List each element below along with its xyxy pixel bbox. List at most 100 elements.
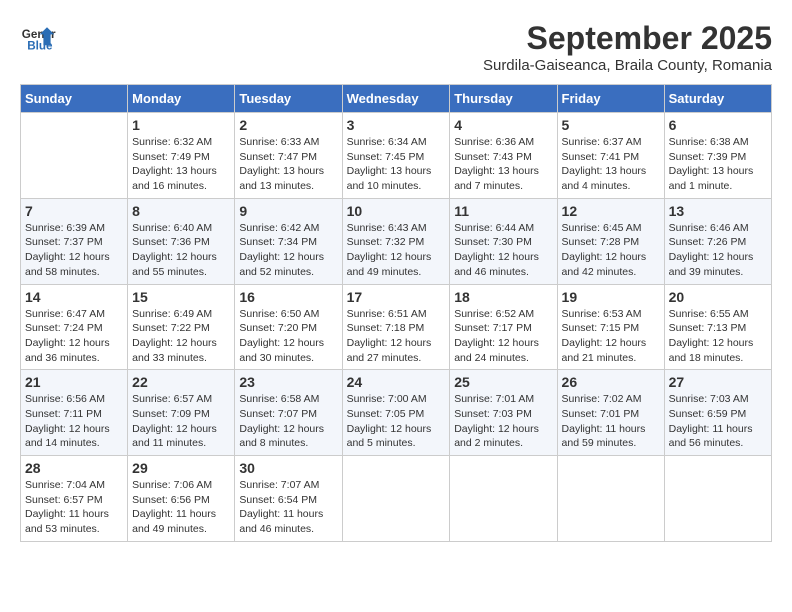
- title-block: September 2025 Surdila-Gaiseanca, Braila…: [483, 20, 772, 74]
- calendar-cell: [664, 456, 771, 542]
- calendar-cell: 21 Sunrise: 6:56 AMSunset: 7:11 PMDayligh…: [21, 370, 128, 456]
- calendar-cell: 30 Sunrise: 7:07 AMSunset: 6:54 PMDayligh…: [235, 456, 342, 542]
- cell-content: Sunrise: 6:57 AMSunset: 7:09 PMDaylight:…: [132, 392, 230, 451]
- calendar-cell: 8Sunrise: 6:40 AMSunset: 7:36 PMDaylight…: [128, 198, 235, 284]
- day-header-wednesday: Wednesday: [342, 85, 450, 113]
- day-number: 3: [347, 117, 446, 133]
- calendar-cell: 12 Sunrise: 6:45 AMSunset: 7:28 PMDayligh…: [557, 198, 664, 284]
- calendar-week-row: 7 Sunrise: 6:39 AMSunset: 7:37 PMDaylight…: [21, 198, 772, 284]
- day-number: 16: [239, 289, 337, 305]
- cell-content: Sunrise: 6:37 AMSunset: 7:41 PMDaylight:…: [562, 135, 660, 194]
- cell-content: Sunrise: 6:42 AMSunset: 7:34 PMDaylight:…: [239, 221, 337, 280]
- cell-content: Sunrise: 7:03 AMSunset: 6:59 PMDaylight:…: [669, 392, 767, 451]
- calendar-cell: [342, 456, 450, 542]
- calendar-body: 1 Sunrise: 6:32 AMSunset: 7:49 PMDaylight…: [21, 113, 772, 542]
- cell-content: Sunrise: 6:51 AMSunset: 7:18 PMDaylight:…: [347, 307, 446, 366]
- day-number: 26: [562, 374, 660, 390]
- day-header-saturday: Saturday: [664, 85, 771, 113]
- cell-content: Sunrise: 6:34 AMSunset: 7:45 PMDaylight:…: [347, 135, 446, 194]
- calendar-cell: 23 Sunrise: 6:58 AMSunset: 7:07 PMDayligh…: [235, 370, 342, 456]
- cell-content: Sunrise: 7:07 AMSunset: 6:54 PMDaylight:…: [239, 478, 337, 537]
- cell-content: Sunrise: 7:00 AMSunset: 7:05 PMDaylight:…: [347, 392, 446, 451]
- cell-content: Sunrise: 6:32 AMSunset: 7:49 PMDaylight:…: [132, 135, 230, 194]
- calendar-cell: 3 Sunrise: 6:34 AMSunset: 7:45 PMDaylight…: [342, 113, 450, 199]
- calendar-cell: 27 Sunrise: 7:03 AMSunset: 6:59 PMDayligh…: [664, 370, 771, 456]
- cell-content: Sunrise: 6:40 AMSunset: 7:36 PMDaylight:…: [132, 221, 230, 280]
- cell-content: Sunrise: 6:36 AMSunset: 7:43 PMDaylight:…: [454, 135, 552, 194]
- day-number: 29: [132, 460, 230, 476]
- calendar-cell: 25 Sunrise: 7:01 AMSunset: 7:03 PMDayligh…: [450, 370, 557, 456]
- day-number: 10: [347, 203, 446, 219]
- day-number: 2: [239, 117, 337, 133]
- day-number: 11: [454, 203, 552, 219]
- day-header-tuesday: Tuesday: [235, 85, 342, 113]
- calendar-cell: 4 Sunrise: 6:36 AMSunset: 7:43 PMDaylight…: [450, 113, 557, 199]
- day-header-monday: Monday: [128, 85, 235, 113]
- calendar-cell: 26 Sunrise: 7:02 AMSunset: 7:01 PMDayligh…: [557, 370, 664, 456]
- calendar-cell: 6 Sunrise: 6:38 AMSunset: 7:39 PMDaylight…: [664, 113, 771, 199]
- day-number: 4: [454, 117, 552, 133]
- day-number: 7: [25, 203, 123, 219]
- calendar-cell: 24 Sunrise: 7:00 AMSunset: 7:05 PMDayligh…: [342, 370, 450, 456]
- calendar-cell: 28Sunrise: 7:04 AMSunset: 6:57 PMDayligh…: [21, 456, 128, 542]
- cell-content: Sunrise: 6:33 AMSunset: 7:47 PMDaylight:…: [239, 135, 337, 194]
- calendar-cell: 14Sunrise: 6:47 AMSunset: 7:24 PMDayligh…: [21, 284, 128, 370]
- day-number: 5: [562, 117, 660, 133]
- day-number: 12: [562, 203, 660, 219]
- cell-content: Sunrise: 7:06 AMSunset: 6:56 PMDaylight:…: [132, 478, 230, 537]
- day-number: 1: [132, 117, 230, 133]
- calendar-cell: 1 Sunrise: 6:32 AMSunset: 7:49 PMDaylight…: [128, 113, 235, 199]
- calendar-week-row: 21 Sunrise: 6:56 AMSunset: 7:11 PMDayligh…: [21, 370, 772, 456]
- day-number: 23: [239, 374, 337, 390]
- calendar-cell: 15Sunrise: 6:49 AMSunset: 7:22 PMDayligh…: [128, 284, 235, 370]
- day-number: 25: [454, 374, 552, 390]
- day-number: 30: [239, 460, 337, 476]
- location-subtitle: Surdila-Gaiseanca, Braila County, Romani…: [483, 57, 772, 74]
- calendar-cell: [21, 113, 128, 199]
- calendar-cell: 29 Sunrise: 7:06 AMSunset: 6:56 PMDayligh…: [128, 456, 235, 542]
- cell-content: Sunrise: 7:04 AMSunset: 6:57 PMDaylight:…: [25, 478, 123, 537]
- calendar-cell: 16 Sunrise: 6:50 AMSunset: 7:20 PMDayligh…: [235, 284, 342, 370]
- cell-content: Sunrise: 6:53 AMSunset: 7:15 PMDaylight:…: [562, 307, 660, 366]
- day-number: 17: [347, 289, 446, 305]
- calendar-week-row: 28Sunrise: 7:04 AMSunset: 6:57 PMDayligh…: [21, 456, 772, 542]
- calendar-cell: [450, 456, 557, 542]
- calendar-cell: 7 Sunrise: 6:39 AMSunset: 7:37 PMDaylight…: [21, 198, 128, 284]
- day-number: 6: [669, 117, 767, 133]
- calendar-cell: 13Sunrise: 6:46 AMSunset: 7:26 PMDayligh…: [664, 198, 771, 284]
- day-number: 20: [669, 289, 767, 305]
- cell-content: Sunrise: 7:01 AMSunset: 7:03 PMDaylight:…: [454, 392, 552, 451]
- day-header-sunday: Sunday: [21, 85, 128, 113]
- cell-content: Sunrise: 6:55 AMSunset: 7:13 PMDaylight:…: [669, 307, 767, 366]
- logo: General Blue: [20, 20, 60, 56]
- calendar-week-row: 14Sunrise: 6:47 AMSunset: 7:24 PMDayligh…: [21, 284, 772, 370]
- calendar-cell: 10Sunrise: 6:43 AMSunset: 7:32 PMDayligh…: [342, 198, 450, 284]
- cell-content: Sunrise: 7:02 AMSunset: 7:01 PMDaylight:…: [562, 392, 660, 451]
- day-number: 18: [454, 289, 552, 305]
- day-header-friday: Friday: [557, 85, 664, 113]
- calendar-cell: 20 Sunrise: 6:55 AMSunset: 7:13 PMDayligh…: [664, 284, 771, 370]
- calendar-cell: 18Sunrise: 6:52 AMSunset: 7:17 PMDayligh…: [450, 284, 557, 370]
- calendar-cell: 11Sunrise: 6:44 AMSunset: 7:30 PMDayligh…: [450, 198, 557, 284]
- day-number: 9: [239, 203, 337, 219]
- day-number: 14: [25, 289, 123, 305]
- day-number: 15: [132, 289, 230, 305]
- calendar-cell: 9 Sunrise: 6:42 AMSunset: 7:34 PMDaylight…: [235, 198, 342, 284]
- page-header: General Blue September 2025 Surdila-Gais…: [20, 20, 772, 74]
- calendar-cell: [557, 456, 664, 542]
- calendar-header-row: SundayMondayTuesdayWednesdayThursdayFrid…: [21, 85, 772, 113]
- cell-content: Sunrise: 6:50 AMSunset: 7:20 PMDaylight:…: [239, 307, 337, 366]
- day-number: 24: [347, 374, 446, 390]
- day-number: 22: [132, 374, 230, 390]
- cell-content: Sunrise: 6:56 AMSunset: 7:11 PMDaylight:…: [25, 392, 123, 451]
- cell-content: Sunrise: 6:46 AMSunset: 7:26 PMDaylight:…: [669, 221, 767, 280]
- day-number: 27: [669, 374, 767, 390]
- calendar-cell: 2 Sunrise: 6:33 AMSunset: 7:47 PMDaylight…: [235, 113, 342, 199]
- logo-icon: General Blue: [20, 20, 56, 56]
- cell-content: Sunrise: 6:39 AMSunset: 7:37 PMDaylight:…: [25, 221, 123, 280]
- day-number: 21: [25, 374, 123, 390]
- cell-content: Sunrise: 6:45 AMSunset: 7:28 PMDaylight:…: [562, 221, 660, 280]
- cell-content: Sunrise: 6:38 AMSunset: 7:39 PMDaylight:…: [669, 135, 767, 194]
- cell-content: Sunrise: 6:58 AMSunset: 7:07 PMDaylight:…: [239, 392, 337, 451]
- calendar-cell: 5 Sunrise: 6:37 AMSunset: 7:41 PMDaylight…: [557, 113, 664, 199]
